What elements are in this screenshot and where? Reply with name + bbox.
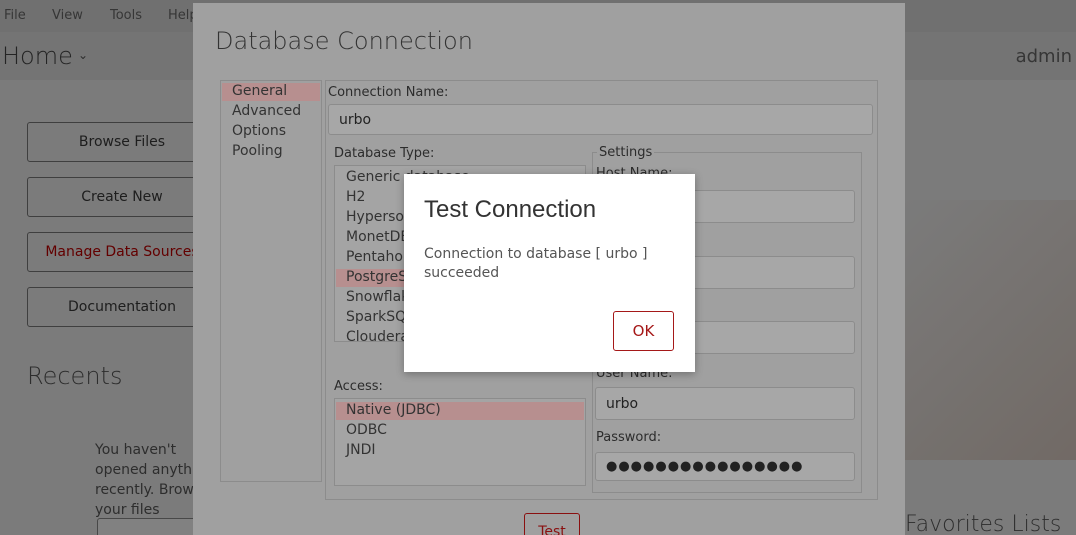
settings-legend: Settings <box>597 145 655 160</box>
nav-pooling[interactable]: Pooling <box>232 143 283 159</box>
dialog-nav <box>220 80 322 482</box>
modal-message: Connection to database [ urbo ] succeede… <box>424 246 648 281</box>
connection-name-label: Connection Name: <box>328 85 449 100</box>
access-item-selected[interactable]: Native (JDBC) <box>346 402 441 418</box>
dialog-title: Database Connection <box>215 27 473 55</box>
access-label: Access: <box>334 379 383 394</box>
test-connection-modal: Test Connection Connection to database [… <box>404 174 695 372</box>
access-list[interactable]: Native (JDBC) ODBC JNDI <box>334 398 586 486</box>
access-item[interactable]: JNDI <box>346 442 376 458</box>
db-type-item[interactable]: MonetDB <box>346 229 410 245</box>
modal-title: Test Connection <box>424 196 597 223</box>
test-button[interactable]: Test <box>524 513 580 535</box>
nav-general[interactable]: General <box>232 83 287 99</box>
ok-button[interactable]: OK <box>613 311 674 351</box>
access-item[interactable]: ODBC <box>346 422 387 438</box>
user-name-input[interactable]: urbo <box>595 387 855 420</box>
password-input[interactable]: ●●●●●●●●●●●●●●●● <box>595 452 855 481</box>
password-label: Password: <box>596 430 662 445</box>
connection-name-input[interactable]: urbo <box>328 104 873 135</box>
nav-options[interactable]: Options <box>232 123 286 139</box>
nav-advanced[interactable]: Advanced <box>232 103 301 119</box>
database-type-label: Database Type: <box>334 146 435 161</box>
db-type-item[interactable]: H2 <box>346 189 365 205</box>
